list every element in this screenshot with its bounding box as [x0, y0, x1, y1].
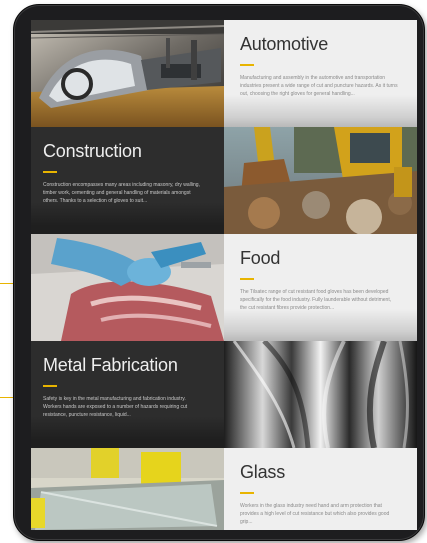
construction-panel: Construction Construction encompasses ma… — [31, 127, 224, 234]
industry-description: Workers in the glass industry need hand … — [240, 503, 390, 525]
food-image — [31, 234, 224, 341]
automotive-image — [31, 20, 224, 127]
construction-image — [224, 127, 417, 234]
industry-row-automotive[interactable]: Automotive Manufacturing and assembly in… — [31, 20, 417, 127]
food-panel: Food The Tilsatec range of cut resistant… — [224, 234, 417, 341]
industry-title: Glass — [240, 462, 286, 482]
metal-fabrication-image — [224, 341, 417, 448]
industry-title: Food — [240, 248, 281, 268]
industry-row-metal-fabrication[interactable]: Metal Fabrication Safety is key in the m… — [31, 341, 417, 448]
accent-bar — [240, 492, 254, 494]
glass-panel: Glass Workers in the glass industry need… — [224, 448, 417, 530]
glass-image — [31, 448, 224, 530]
industry-title: Automotive — [240, 34, 329, 54]
metal-fabrication-panel: Metal Fabrication Safety is key in the m… — [31, 341, 224, 448]
automotive-panel: Automotive Manufacturing and assembly in… — [224, 20, 417, 127]
fade-overlay — [224, 95, 417, 127]
tablet-screen: Automotive Manufacturing and assembly in… — [31, 20, 417, 530]
accent-bar — [240, 64, 254, 66]
accent-bar — [43, 385, 57, 387]
industry-title: Construction — [43, 141, 142, 161]
fade-overlay — [31, 202, 224, 234]
accent-bar — [240, 278, 254, 280]
industry-row-glass[interactable]: Glass Workers in the glass industry need… — [31, 448, 417, 530]
industry-title: Metal Fabrication — [43, 355, 178, 375]
accent-bar — [43, 171, 57, 173]
industry-row-construction[interactable]: Construction Construction encompasses ma… — [31, 127, 417, 234]
fade-overlay — [224, 309, 417, 341]
industry-row-food[interactable]: Food The Tilsatec range of cut resistant… — [31, 234, 417, 341]
fade-overlay — [31, 416, 224, 448]
